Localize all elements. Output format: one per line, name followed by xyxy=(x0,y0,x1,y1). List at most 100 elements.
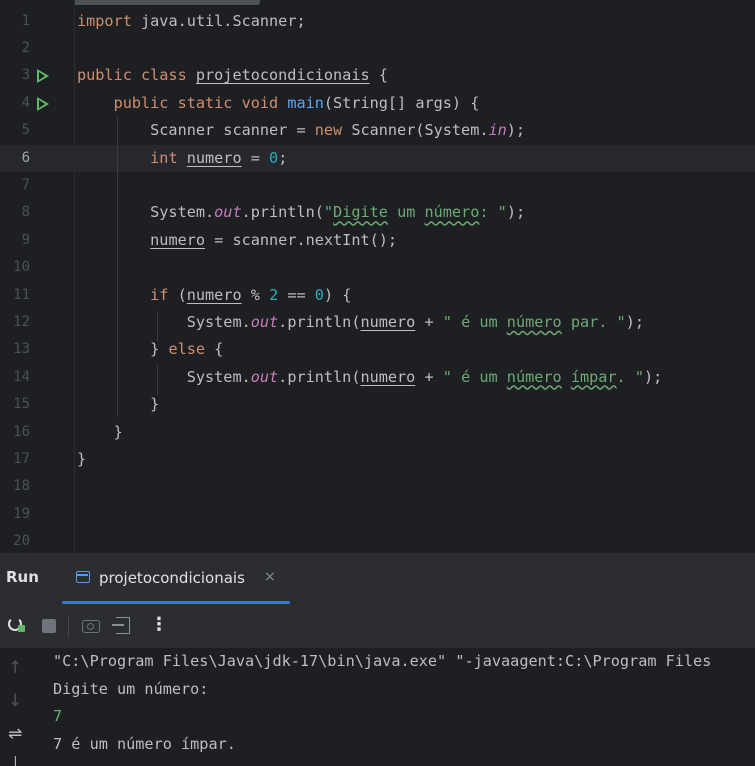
code-token: import xyxy=(77,11,142,30)
line-number: 17 xyxy=(13,450,30,467)
exit-button[interactable] xyxy=(112,614,136,638)
arrow-right-icon xyxy=(112,624,124,626)
line-number: 13 xyxy=(13,341,30,358)
code-text: } xyxy=(77,446,86,473)
code-token: else xyxy=(168,340,215,359)
line-number: 4 xyxy=(21,94,30,111)
code-text: if (numero % 2 == 0) { xyxy=(77,282,351,309)
code-text: System.out.println(numero + " é um númer… xyxy=(77,364,663,391)
code-token: System. xyxy=(77,203,215,222)
code-line[interactable]: 8 System.out.println("Digite um número: … xyxy=(0,199,755,226)
line-number: 3 xyxy=(21,67,30,84)
code-text: Scanner scanner = new Scanner(System.in)… xyxy=(77,117,525,144)
code-line[interactable]: 5 Scanner scanner = new Scanner(System.i… xyxy=(0,117,755,144)
line-number: 18 xyxy=(13,478,30,495)
code-line[interactable]: 12 System.out.println(numero + " é um nú… xyxy=(0,309,755,336)
code-token: if xyxy=(150,285,178,304)
code-line[interactable]: 9 numero = scanner.nextInt(); xyxy=(0,227,755,254)
code-line[interactable]: 13 } else { xyxy=(0,336,755,363)
rerun-button[interactable] xyxy=(5,614,29,638)
code-line[interactable]: 1 import java.util.Scanner; xyxy=(0,8,755,35)
code-line[interactable]: 16 } xyxy=(0,419,755,446)
code-text: public static void main(String[] args) { xyxy=(77,90,480,117)
rerun-badge-icon xyxy=(18,625,25,632)
console-input-line: 7 xyxy=(53,707,63,725)
code-token: número xyxy=(506,312,562,331)
code-line[interactable]: 3 public class projetocondicionais { xyxy=(0,62,755,89)
code-line[interactable]: 20 xyxy=(0,528,755,552)
code-token: 0 xyxy=(269,148,279,167)
code-token: in xyxy=(488,121,507,140)
screenshot-button[interactable] xyxy=(79,614,103,638)
stop-button[interactable] xyxy=(37,614,61,638)
code-line[interactable]: 17} xyxy=(0,446,755,473)
camera-icon xyxy=(82,620,100,633)
code-token: 2 xyxy=(269,285,279,304)
scroll-up-icon[interactable]: ↑ xyxy=(8,658,22,678)
code-line[interactable]: 14 System.out.println(numero + " é um nú… xyxy=(0,364,755,391)
code-text: } else { xyxy=(77,336,223,363)
run-panel-header: Run projetocondicionais × xyxy=(0,552,755,605)
code-token: public static void xyxy=(113,93,288,112)
code-token: .println( xyxy=(278,367,361,386)
close-icon[interactable]: × xyxy=(264,569,276,585)
code-token: ); xyxy=(506,203,526,222)
kebab-icon: ⋮ xyxy=(150,614,168,635)
indent-guide xyxy=(117,117,118,417)
scroll-down-icon[interactable]: ↓ xyxy=(8,691,22,711)
line-number: 2 xyxy=(21,39,30,56)
code-line[interactable]: 10 xyxy=(0,254,755,281)
code-token: System. xyxy=(77,312,251,331)
code-token: numero xyxy=(186,285,242,304)
code-line[interactable]: 15 } xyxy=(0,391,755,418)
code-text: numero = scanner.nextInt(); xyxy=(77,227,397,254)
code-line[interactable]: 7 xyxy=(0,172,755,199)
code-token: numero xyxy=(360,367,416,386)
soft-wrap-icon[interactable]: ⇌ xyxy=(8,724,22,744)
code-token: .println( xyxy=(241,203,324,222)
line-number: 11 xyxy=(13,286,30,303)
code-token: ); xyxy=(625,312,644,331)
code-line[interactable]: 18 xyxy=(0,473,755,500)
code-token: } xyxy=(77,449,87,468)
scroll-to-end-icon[interactable]: ⊥ xyxy=(8,753,23,766)
code-text: System.out.println(numero + " é um númer… xyxy=(77,309,644,336)
code-editor[interactable]: 1 import java.util.Scanner; 2 3 public class… xyxy=(0,0,755,552)
code-token: } xyxy=(77,422,123,441)
code-token: out xyxy=(214,203,242,222)
code-token: número xyxy=(506,367,562,386)
code-line[interactable]: 2 xyxy=(0,35,755,62)
line-number: 20 xyxy=(13,533,30,550)
code-line[interactable]: 11 if (numero % 2 == 0) { xyxy=(0,282,755,309)
code-token: " é um xyxy=(442,312,507,331)
tab-projetocondicionais[interactable]: projetocondicionais × xyxy=(62,553,290,605)
line-number: 8 xyxy=(21,204,30,221)
code-token: numero xyxy=(360,312,416,331)
run-gutter-icon[interactable] xyxy=(37,69,49,84)
code-token: java.util.Scanner; xyxy=(141,11,306,30)
console-output[interactable]: ↑ ↓ ⇌ ⊥ "C:\Program Files\Java\jdk-17\bi… xyxy=(0,649,755,766)
code-token: main xyxy=(287,93,324,112)
line-number: 10 xyxy=(13,259,30,276)
console-output-line: "C:\Program Files\Java\jdk-17\bin\java.e… xyxy=(53,652,712,670)
line-number: 6 xyxy=(21,149,30,166)
code-token: par. " xyxy=(561,312,626,331)
code-line[interactable]: 6 int numero = 0; xyxy=(0,144,755,172)
line-number: 16 xyxy=(13,423,30,440)
console-output-line: 7 é um número ímpar. xyxy=(53,734,236,753)
code-line[interactable]: 19 xyxy=(0,501,755,528)
run-gutter-icon[interactable] xyxy=(37,96,49,111)
code-token: um xyxy=(387,203,425,222)
code-token: % xyxy=(241,285,270,304)
code-token: 0 xyxy=(314,285,324,304)
line-number: 12 xyxy=(13,313,30,330)
code-text: } xyxy=(77,419,123,446)
code-token: public class xyxy=(77,66,196,85)
code-line[interactable]: 4 public static void main(String[] args)… xyxy=(0,90,755,117)
code-token: Digite xyxy=(333,203,388,222)
more-options-button[interactable]: ⋮ xyxy=(145,614,169,638)
code-token: " xyxy=(323,203,334,222)
